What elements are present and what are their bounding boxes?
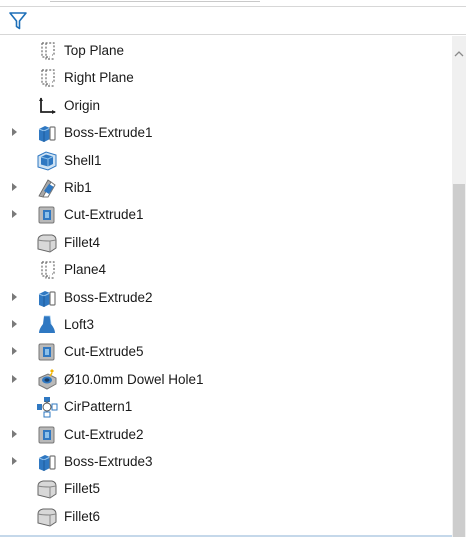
cut-extrude-icon bbox=[36, 341, 58, 363]
tree-item-label: Plane4 bbox=[64, 262, 107, 278]
rib-icon bbox=[36, 177, 58, 199]
tree-item-label: Loft3 bbox=[64, 317, 95, 332]
tree-item-label: Ø10.0mm Dowel Hole1 bbox=[64, 371, 204, 387]
tree-item-top-plane[interactable]: Top Plane bbox=[0, 37, 452, 64]
circular-pattern-icon bbox=[36, 396, 58, 418]
expand-arrow-icon[interactable] bbox=[12, 210, 17, 219]
tree-item-label: Right Plane bbox=[64, 70, 134, 86]
cut-extrude-icon bbox=[36, 204, 58, 226]
expand-arrow-icon[interactable] bbox=[12, 292, 17, 301]
expand-arrow-icon[interactable] bbox=[12, 128, 17, 137]
tree-item-cut-extrude5[interactable]: Cut-Extrude5 bbox=[0, 338, 452, 365]
tree-item-label: Boss-Extrude2 bbox=[64, 289, 153, 305]
tree-item-right-plane[interactable]: Right Plane bbox=[0, 64, 452, 91]
tree-item-label: CirPattern1 bbox=[64, 399, 133, 415]
fillet-icon bbox=[36, 232, 58, 254]
boss-extrude-icon bbox=[36, 122, 58, 144]
tree-item-label: Fillet5 bbox=[64, 481, 101, 497]
scroll-up-icon[interactable] bbox=[454, 50, 464, 58]
scroll-thumb[interactable] bbox=[453, 184, 465, 537]
plane-icon bbox=[36, 40, 58, 62]
expand-arrow-icon[interactable] bbox=[12, 347, 17, 356]
tree-item-cut-extrude2[interactable]: Cut-Extrude2 bbox=[0, 421, 452, 448]
hole-wizard-icon bbox=[36, 368, 58, 391]
tree-item-label: Origin bbox=[64, 97, 101, 113]
tree-item-label: Boss-Extrude3 bbox=[64, 454, 153, 469]
loft-icon bbox=[36, 314, 58, 336]
expand-arrow-icon[interactable] bbox=[12, 320, 17, 328]
tree-item-loft3[interactable]: Loft3 bbox=[0, 311, 452, 338]
tree-item-label: Fillet6 bbox=[64, 508, 101, 524]
fillet-icon bbox=[36, 478, 58, 500]
tree-item-rib1[interactable]: Rib1 bbox=[0, 174, 452, 201]
plane-icon bbox=[36, 259, 58, 281]
tree-item-label: Cut-Extrude2 bbox=[64, 426, 144, 442]
tree-item-label: Fillet4 bbox=[64, 234, 101, 250]
tree-item-shell1[interactable]: Shell1 bbox=[0, 147, 452, 174]
filter-bar[interactable] bbox=[0, 6, 466, 35]
shell-icon bbox=[36, 150, 58, 172]
tree-item-label: Shell1 bbox=[64, 152, 102, 168]
tree-item-10-0mm-dowel-hole1[interactable]: Ø10.0mm Dowel Hole1 bbox=[0, 366, 452, 393]
tree-item-boss-extrude1[interactable]: Boss-Extrude1 bbox=[0, 119, 452, 146]
tree-item-cut-extrude1[interactable]: Cut-Extrude1 bbox=[0, 201, 452, 228]
tree-item-label: Cut-Extrude5 bbox=[64, 344, 144, 360]
tree-item-plane4[interactable]: Plane4 bbox=[0, 256, 452, 283]
tree-item-boss-extrude3[interactable]: Boss-Extrude3 bbox=[0, 448, 452, 475]
origin-icon bbox=[36, 95, 58, 117]
fillet-icon bbox=[36, 506, 58, 528]
expand-arrow-icon[interactable] bbox=[12, 183, 17, 191]
tree-item-label: Boss-Extrude1 bbox=[64, 125, 153, 141]
tree-item-label: Top Plane bbox=[64, 43, 125, 58]
tree-item-fillet4[interactable]: Fillet4 bbox=[0, 229, 452, 256]
expand-arrow-icon[interactable] bbox=[12, 457, 17, 465]
expand-arrow-icon[interactable] bbox=[12, 429, 17, 438]
boss-extrude-icon bbox=[36, 287, 58, 309]
feature-tree: Top Plane Right Plane Origin Boss-Extrude1 S… bbox=[0, 36, 452, 537]
tree-item-label: Cut-Extrude1 bbox=[64, 207, 144, 223]
tab-divider bbox=[50, 1, 260, 2]
tree-item-fillet6[interactable]: Fillet6 bbox=[0, 503, 452, 530]
boss-extrude-icon bbox=[36, 451, 58, 473]
vertical-scrollbar[interactable] bbox=[452, 36, 466, 537]
expand-arrow-icon[interactable] bbox=[12, 374, 17, 383]
filter-icon[interactable] bbox=[8, 11, 28, 31]
cut-extrude-icon bbox=[36, 424, 58, 446]
tree-item-label: Rib1 bbox=[64, 180, 92, 195]
tree-item-boss-extrude2[interactable]: Boss-Extrude2 bbox=[0, 284, 452, 311]
plane-icon bbox=[36, 67, 58, 89]
tree-item-origin[interactable]: Origin bbox=[0, 92, 452, 119]
tree-item-cirpattern1[interactable]: CirPattern1 bbox=[0, 393, 452, 420]
tree-item-fillet5[interactable]: Fillet5 bbox=[0, 475, 452, 502]
